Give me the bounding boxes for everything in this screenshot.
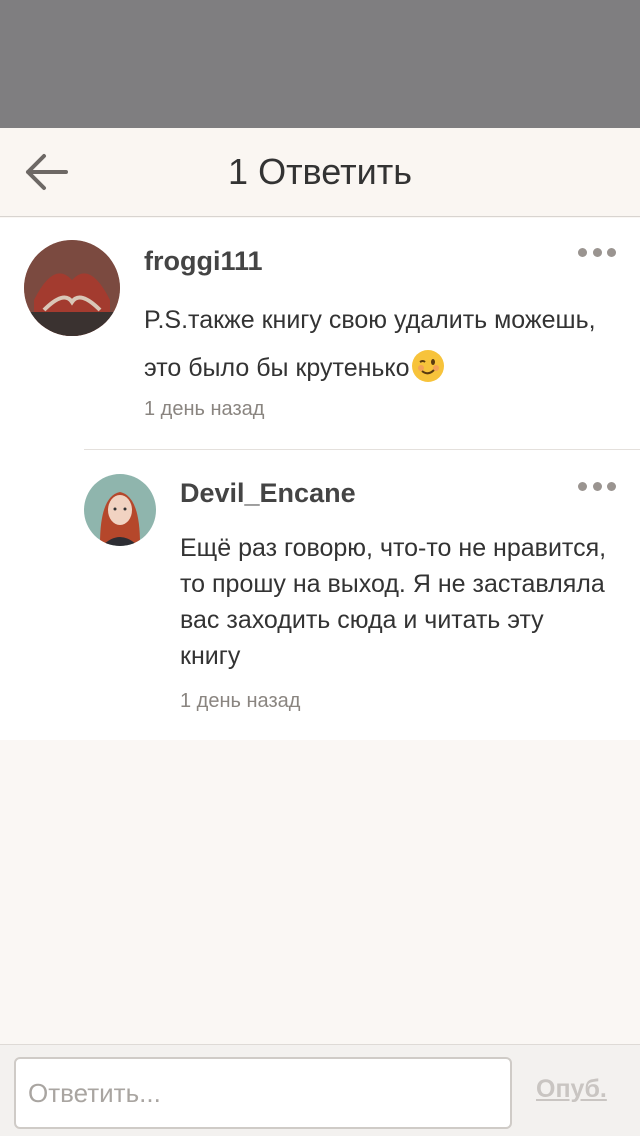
avatar-image [84, 474, 156, 546]
comment-timestamp: 1 день назад [180, 690, 301, 712]
comment-item: froggi111 P.S.также книгу свою удалить м… [0, 218, 640, 448]
reply-bar: Опуб. [0, 1044, 640, 1136]
more-dot-icon [578, 481, 587, 491]
more-options-button[interactable] [578, 242, 616, 262]
comment-author[interactable]: froggi111 [144, 246, 263, 277]
more-dot-icon [592, 481, 602, 491]
comment-text: P.S.также книгу свою удалить можешь, это… [144, 306, 596, 382]
winking-face-icon [411, 350, 444, 382]
page-title: 1 Ответить [228, 151, 412, 192]
avatar[interactable] [84, 474, 156, 546]
more-dot-icon [592, 247, 602, 257]
more-dot-icon [607, 481, 616, 491]
header: 1 Ответить [0, 128, 640, 217]
more-dot-icon [578, 247, 587, 257]
comment-author[interactable]: Devil_Encane [180, 478, 356, 509]
avatar[interactable] [24, 240, 120, 336]
comment-timestamp: 1 день назад [144, 398, 265, 420]
publish-button[interactable]: Опуб. [536, 1075, 607, 1104]
comment-text: Ещё раз говорю, что-то не нравится, то п… [180, 534, 607, 670]
reply-input[interactable] [14, 1057, 512, 1129]
comment-reply-item: Devil_Encane Ещё раз говорю, что-то не н… [84, 449, 640, 740]
more-options-button[interactable] [578, 476, 616, 496]
more-dot-icon [607, 247, 616, 257]
comment-thread: froggi111 P.S.также книгу свою удалить м… [0, 218, 640, 740]
avatar-image [24, 240, 120, 336]
top-gray-bar [0, 0, 640, 128]
